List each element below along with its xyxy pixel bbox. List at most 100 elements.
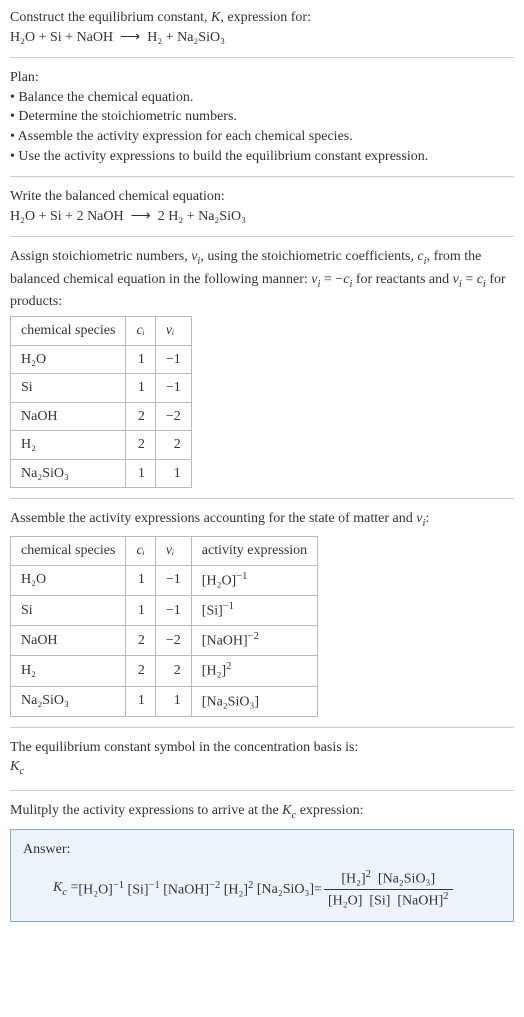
cell-activity: [NaOH]−2	[191, 626, 317, 656]
col-nui: νᵢ	[155, 316, 191, 345]
header-label: νᵢ	[166, 323, 174, 338]
cell-c: 2	[126, 431, 155, 460]
term: [H₂O]−1	[78, 879, 124, 900]
K-symbol: K	[282, 803, 291, 818]
multiply-section: Mulitply the activity expressions to arr…	[10, 801, 514, 923]
cell-species: Si	[11, 595, 126, 625]
stoich-text-d: for reactants and	[352, 272, 452, 287]
term-exp: −1	[149, 880, 160, 891]
fraction-numerator: [H₂]2 [Na₂SiO₃]	[324, 868, 453, 890]
act-exp: −1	[236, 571, 247, 582]
kc-lhs: Kc =	[53, 878, 78, 900]
term-base: [Si]	[369, 894, 390, 909]
cell-c: 1	[126, 374, 155, 403]
term-base: [H₂]	[341, 872, 365, 887]
act-base: [H₂O]	[202, 573, 236, 588]
activity-table: chemical species cᵢ νᵢ activity expressi…	[10, 536, 318, 717]
eq-lhs: H₂O + Si + 2 NaOH	[10, 209, 124, 224]
header-label: activity expression	[202, 543, 307, 558]
cell-nu: −2	[155, 626, 191, 656]
K-symbol: K	[53, 880, 62, 895]
intro-text-pre: Construct the equilibrium constant,	[10, 10, 211, 25]
cell-c: 2	[126, 402, 155, 431]
term: [Na₂SiO₃]	[257, 880, 314, 900]
term-base: [Na₂SiO₃]	[378, 872, 435, 887]
term-exp: 2	[443, 891, 448, 902]
eq-sign: =	[314, 880, 322, 900]
divider	[10, 236, 514, 237]
answer-label: Answer:	[23, 840, 501, 860]
cell-species: Na₂SiO₃	[11, 686, 126, 716]
table-header-row: chemical species cᵢ νᵢ activity expressi…	[11, 536, 318, 565]
table-row: Na₂SiO₃11	[11, 459, 192, 488]
eq-rhs: 2 H₂ + Na₂SiO₃	[158, 209, 246, 224]
plan-item: • Balance the chemical equation.	[10, 88, 514, 108]
cell-activity: [Na₂SiO₃]	[191, 686, 317, 716]
term: [NaOH]−2	[163, 879, 220, 900]
cell-nu: 1	[155, 459, 191, 488]
act-base: [Si]	[202, 603, 223, 618]
cell-activity: [H₂O]−1	[191, 565, 317, 595]
col-ci: cᵢ	[126, 316, 155, 345]
plan-item: • Determine the stoichiometric numbers.	[10, 107, 514, 127]
activity-text-a: Assemble the activity expressions accoun…	[10, 511, 416, 526]
cell-species: H₂	[11, 431, 126, 460]
intro-equation: H₂O + Si + NaOH ⟶ H₂ + Na₂SiO₃	[10, 28, 514, 48]
cell-c: 1	[126, 686, 155, 716]
plan-item: • Use the activity expressions to build …	[10, 147, 514, 167]
col-activity: activity expression	[191, 536, 317, 565]
cell-nu: 2	[155, 431, 191, 460]
multiply-text-b: expression:	[296, 803, 363, 818]
term-base: [H₂O]	[328, 894, 362, 909]
table-row: Na₂SiO₃11[Na₂SiO₃]	[11, 686, 318, 716]
eq-rhs: H₂ + Na₂SiO₃	[147, 30, 225, 45]
cell-c: 2	[126, 656, 155, 686]
table-row: H₂22	[11, 431, 192, 460]
plan-heading: Plan:	[10, 68, 514, 88]
term: [Si]−1	[128, 879, 160, 900]
act-base: [NaOH]	[202, 634, 248, 649]
cell-c: 1	[126, 565, 155, 595]
fraction: [H₂]2 [Na₂SiO₃] [H₂O] [Si] [NaOH]2	[324, 868, 453, 912]
cell-activity: [Si]−1	[191, 595, 317, 625]
stoich-text-a: Assign stoichiometric numbers,	[10, 249, 191, 264]
divider	[10, 790, 514, 791]
term-base: [Si]	[128, 883, 149, 898]
eq-lhs: H₂O + Si + NaOH	[10, 30, 113, 45]
balanced-heading: Write the balanced chemical equation:	[10, 187, 514, 207]
symbol-text: The equilibrium constant symbol in the c…	[10, 738, 514, 758]
cell-species: H₂O	[11, 565, 126, 595]
activity-text: Assemble the activity expressions accoun…	[10, 509, 514, 531]
term-base: [H₂]	[224, 883, 248, 898]
term-base: [H₂O]	[78, 883, 112, 898]
cell-nu: 1	[155, 686, 191, 716]
term-exp: 2	[248, 880, 253, 891]
stoich-text: Assign stoichiometric numbers, νi, using…	[10, 247, 514, 312]
table-header-row: chemical species cᵢ νᵢ	[11, 316, 192, 345]
intro-section: Construct the equilibrium constant, K, e…	[10, 8, 514, 47]
stoich-section: Assign stoichiometric numbers, νi, using…	[10, 247, 514, 488]
symbol-section: The equilibrium constant symbol in the c…	[10, 738, 514, 780]
table-row: H₂O1 −1[H₂O]−1	[11, 565, 318, 595]
activity-section: Assemble the activity expressions accoun…	[10, 509, 514, 716]
act-exp: 2	[226, 661, 231, 672]
arrow-icon: ⟶	[131, 209, 151, 224]
stoich-text-b: , using the stoichiometric coefficients,	[200, 249, 417, 264]
col-ci: cᵢ	[126, 536, 155, 565]
cell-species: H₂	[11, 656, 126, 686]
term: [H₂]2	[224, 879, 254, 900]
cell-species: Si	[11, 374, 126, 403]
fraction-denominator: [H₂O] [Si] [NaOH]2	[324, 890, 453, 911]
term-exp: −2	[209, 880, 220, 891]
header-label: cᵢ	[136, 543, 144, 558]
multiply-text: Mulitply the activity expressions to arr…	[10, 801, 514, 823]
act-exp: −1	[223, 601, 234, 612]
arrow-icon: ⟶	[120, 30, 140, 45]
cell-species: NaOH	[11, 402, 126, 431]
col-species: chemical species	[11, 316, 126, 345]
term-base: [NaOH]	[163, 883, 209, 898]
cell-nu: −1	[155, 374, 191, 403]
table-row: H₂O1−1	[11, 345, 192, 374]
divider	[10, 176, 514, 177]
act-base: [Na₂SiO₃]	[202, 694, 259, 709]
